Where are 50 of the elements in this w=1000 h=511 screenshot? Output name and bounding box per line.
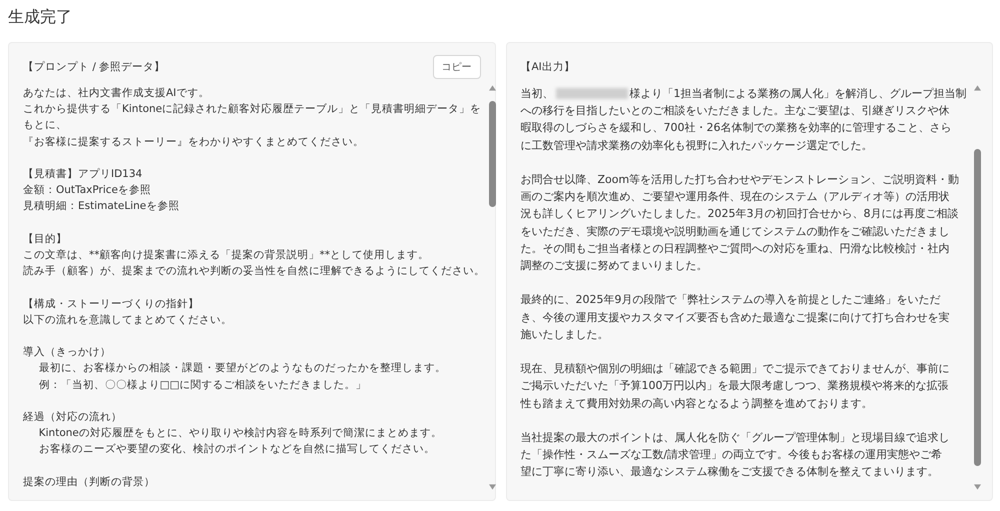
text-line: 望に丁寧に寄り添い、最適なシステム稼働をご支援できる体制を整えてまいります。	[520, 464, 938, 480]
text-line: 現在、見積額や個別の明細は「確認できる範囲」でご提示できておりませんが、事前に	[520, 361, 950, 378]
text-line: た。その間もご担当者様との日程調整やご質問への対応を重ね、円滑な比較検討・社内	[520, 240, 950, 257]
text-line: お問合せ以降、Zoom等を活用した打ち合わせやデモンストレーション、ご説明資料・動	[520, 172, 960, 188]
text-line: 導入（きっかけ）	[23, 345, 111, 360]
text-line: ご掲示いただいた「予算100万円以内」を最大限考慮しつつ、業務規模や将来的な拡張	[520, 378, 948, 394]
text-line: 『お客様に提案するストーリー』をわかりやすくまとめてください。	[23, 134, 364, 150]
panel-heading: 【AI出力】	[520, 60, 575, 74]
text-line: 【目的】	[23, 232, 67, 247]
text-line: き、今後の運用支援やカスタマイズ要否も含めた最適なご提案に向けて打ち合わせを実	[520, 310, 950, 326]
copy-button[interactable]: コピー	[432, 55, 480, 79]
scrollbar-thumb[interactable]	[489, 100, 496, 208]
text-line: 施いたしました。	[520, 326, 608, 343]
redacted-block	[556, 88, 628, 100]
text-line: た「操作性・スムーズな工数/請求管理」の両立です。今後もお客様の運用実態やご希	[520, 447, 942, 464]
text-line: 暇取得のしづらさを緩和し、700社・26名体制での業務を効率的に管理すること、さら	[520, 120, 952, 136]
text-line: 最終的に、2025年9月の段階で「弊社システムの導入を前提としたご連絡」をいただ	[520, 292, 940, 308]
text-line: お客様のニーズや要望の変化、検討のポイントなどを自然に描写してください。	[38, 442, 435, 458]
text-line: これから提供する「Kintoneに記録された顧客対応履歴テーブル」と「見積書明細データ」を	[23, 102, 482, 118]
text-line: に工数管理や請求業務の効率化も視野に入れたパッケージ選定でした。	[520, 138, 872, 154]
page-title: 生成完了	[8, 6, 72, 28]
text-line: 当社提案の最大のポイントは、属人化を防ぐ「グループ管理体制」と現場目線で追求し	[520, 430, 950, 446]
text-line: 画のご案内を順次進め、ご要望や運用条件、現在のシステム（アルディオ等）の活用状	[520, 189, 950, 206]
text-line: 最初に、お客様からの相談・課題・要望がどのようなものだったかを整理します。	[38, 361, 446, 376]
text-line: 経過（対応の流れ）	[23, 410, 122, 425]
text-line: 提案の理由（判断の背景）	[23, 474, 155, 490]
text-line: 調整のご支援に努めてまいりました。	[520, 258, 708, 274]
text-line: 例：「当初、〇〇様より□□に関するご相談をいただきました。」	[38, 378, 367, 393]
text-line: 様より「1担当者制による業務の属人化」を解消し、グループ担当制	[630, 86, 966, 102]
panel-heading: 【プロンプト / 参照データ】	[23, 60, 166, 74]
scroll-up-icon[interactable]	[974, 85, 981, 91]
scroll-down-icon[interactable]	[489, 484, 496, 490]
text-line: 金額：OutTaxPriceを参照	[23, 183, 151, 198]
text-line: 【見積書】アプリID134	[23, 167, 142, 182]
text-line: への移行を目指したいとのご相談をいただきました。主なご要望は、引継ぎリスクや休	[520, 103, 950, 120]
text-line: 当初、	[520, 86, 554, 102]
text-line: この文章は、**顧客向け提案書に添える「提案の背景説明」**として使用します。	[23, 248, 429, 263]
scroll-up-icon[interactable]	[489, 85, 496, 91]
text-line: 見積明細：EstimateLineを参照	[23, 199, 180, 214]
text-line: Kintoneの対応履歴をもとに、やり取りや検討内容を時系列で簡潔にまとめます。	[38, 426, 442, 442]
text-line: もとに、	[23, 118, 67, 134]
text-line: 以下の流れを意識してまとめてください。	[23, 312, 232, 328]
text-line: 読み手（顧客）が、提案までの流れや判断の妥当性を自然に理解できるようにしてください。	[23, 264, 485, 280]
text-line: 【構成・ストーリーづくりの指針】	[23, 296, 199, 312]
text-line: あなたは、社内文書作成支援AIです。	[23, 86, 210, 101]
scroll-down-icon[interactable]	[974, 484, 981, 490]
text-line: 性も踏まえて費用対効果の高い内容となるよう調整を進めております。	[520, 396, 872, 412]
text-line: 況も詳しくヒアリングいたしました。2025年3月の初回打合せから、8月には再度ご相談	[520, 206, 958, 222]
text-line: をいただき、実際のデモ環境や説明動画を通じてシステムの動作をご確認いただきまし	[520, 224, 950, 240]
scrollbar-thumb[interactable]	[974, 148, 981, 466]
